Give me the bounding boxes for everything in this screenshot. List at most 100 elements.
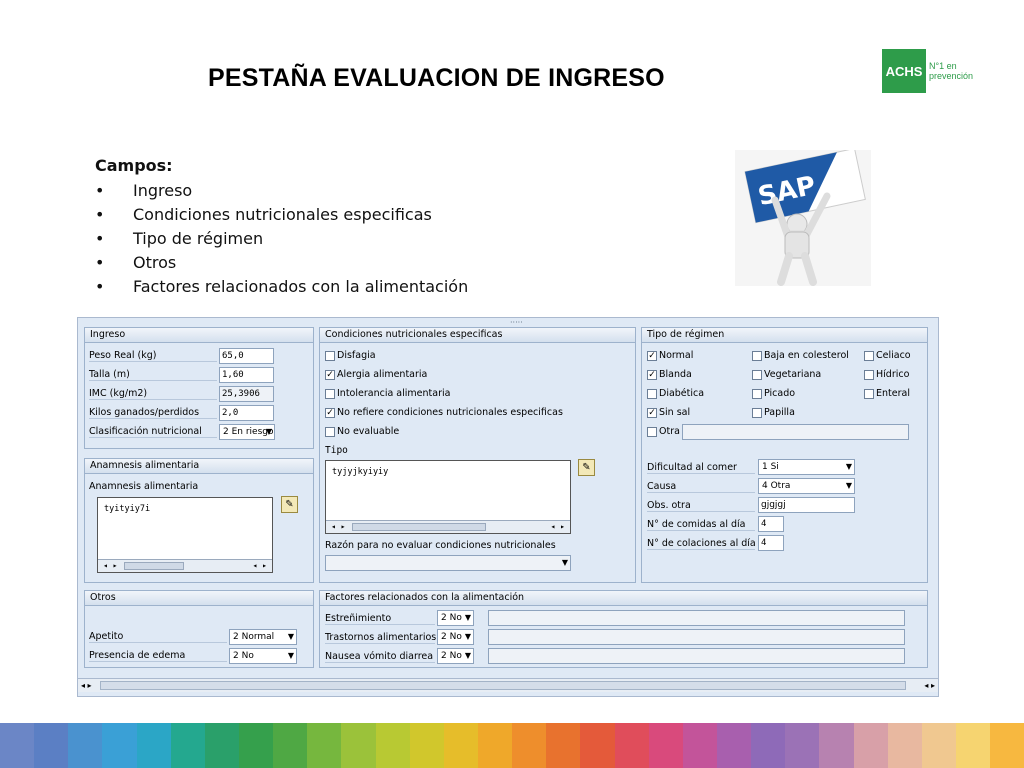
trastornos-dropdown[interactable]: 2 No ▼ bbox=[437, 629, 474, 645]
logo-tagline-line1: N°1 en bbox=[929, 61, 957, 71]
color-stripe bbox=[204, 723, 239, 768]
apetito-dropdown[interactable]: 2 Normal ▼ bbox=[229, 629, 297, 645]
nausea-dropdown[interactable]: 2 No ▼ bbox=[437, 648, 474, 664]
nausea-value: 2 No bbox=[441, 651, 462, 661]
otra-field[interactable] bbox=[682, 424, 909, 440]
checkbox-celiaco[interactable]: Celiaco bbox=[864, 350, 911, 361]
trastornos-detail[interactable] bbox=[488, 629, 905, 645]
horizontal-scrollbar[interactable]: ◂ ▸ ◂ ▸ bbox=[98, 559, 272, 572]
razon-dropdown[interactable]: ▼ bbox=[325, 555, 571, 571]
imc-label: IMC (kg/m2) bbox=[89, 388, 217, 400]
checkmark-icon: ✓ bbox=[647, 350, 657, 361]
colaciones-field[interactable]: 4 bbox=[758, 535, 784, 551]
group-condiciones: Condiciones nutricionales especificas Di… bbox=[319, 327, 636, 583]
estrenimiento-dropdown[interactable]: 2 No ▼ bbox=[437, 610, 474, 626]
talla-field[interactable]: 1,60 bbox=[219, 367, 274, 383]
color-stripe bbox=[34, 723, 69, 768]
group-ingreso: Ingreso Peso Real (kg) 65,0 Talla (m) 1,… bbox=[84, 327, 314, 449]
checkbox-no-refiere[interactable]: ✓ No refiere condiciones nutricionales es… bbox=[325, 407, 563, 418]
checkbox-label: Picado bbox=[764, 388, 796, 399]
tipo-textarea[interactable]: tyjyjkyiyiy ◂ ▸ ◂ ▸ bbox=[325, 460, 571, 534]
kilos-field[interactable]: 2,0 bbox=[219, 405, 274, 421]
checkbox-intolerancia[interactable]: Intolerancia alimentaria bbox=[325, 388, 450, 399]
list-item: Factores relacionados con la alimentació… bbox=[95, 275, 468, 299]
checkbox-baja-colesterol[interactable]: Baja en colesterol bbox=[752, 350, 849, 361]
edit-icon[interactable]: ✎ bbox=[281, 496, 298, 513]
chevron-down-icon: ▼ bbox=[464, 632, 471, 641]
checkbox-picado[interactable]: Picado bbox=[752, 388, 795, 399]
chevron-down-icon: ▼ bbox=[464, 613, 471, 622]
group-regimen: Tipo de régimen ✓ Normal ✓ Blanda Diabétic… bbox=[641, 327, 928, 583]
checkbox-disfagia[interactable]: Disfagia bbox=[325, 350, 376, 361]
clasif-dropdown[interactable]: 2 En riesgo ▼ bbox=[219, 424, 275, 440]
checkbox-sin-sal[interactable]: ✓ Sin sal bbox=[647, 407, 690, 418]
color-stripe bbox=[102, 723, 137, 768]
scroll-thumb[interactable] bbox=[352, 523, 486, 531]
chevron-down-icon: ▼ bbox=[287, 632, 294, 641]
scroll-right-icon[interactable]: ◂ ▸ bbox=[924, 679, 935, 692]
color-stripe bbox=[443, 723, 478, 768]
scroll-left-icon[interactable]: ◂ ▸ bbox=[103, 560, 117, 572]
checkmark-icon: ✓ bbox=[325, 407, 335, 418]
dificultad-dropdown[interactable]: 1 Si ▼ bbox=[758, 459, 855, 475]
checkbox-label: No evaluable bbox=[337, 426, 400, 437]
talla-label: Talla (m) bbox=[89, 369, 217, 381]
scroll-thumb[interactable] bbox=[100, 681, 906, 690]
kilos-label: Kilos ganados/perdidos bbox=[89, 407, 217, 419]
checkbox-label: Alergia alimentaria bbox=[337, 369, 428, 380]
sap-screen: ····· Ingreso Peso Real (kg) 65,0 Talla … bbox=[77, 317, 939, 697]
scroll-right-icon[interactable]: ◂ ▸ bbox=[253, 560, 267, 572]
color-stripe bbox=[887, 723, 922, 768]
checkbox-no-evaluable[interactable]: No evaluable bbox=[325, 426, 399, 437]
razon-label: Razón para no evaluar condiciones nutric… bbox=[325, 540, 556, 551]
sap-figure-illustration: SAP bbox=[735, 150, 871, 286]
clasif-label: Clasificación nutricional bbox=[89, 426, 217, 438]
checkbox-enteral[interactable]: Enteral bbox=[864, 388, 910, 399]
causa-dropdown[interactable]: 4 Otra ▼ bbox=[758, 478, 855, 494]
peso-field[interactable]: 65,0 bbox=[219, 348, 274, 364]
checkbox-papilla[interactable]: Papilla bbox=[752, 407, 795, 418]
list-item: Tipo de régimen bbox=[95, 227, 468, 251]
checkbox-box bbox=[325, 426, 335, 437]
chevron-down-icon: ▼ bbox=[464, 651, 471, 660]
edit-icon[interactable]: ✎ bbox=[578, 459, 595, 476]
group-factores: Factores relacionados con la alimentació… bbox=[319, 590, 928, 668]
color-stripe bbox=[512, 723, 547, 768]
estrenimiento-detail[interactable] bbox=[488, 610, 905, 626]
nausea-label: Nausea vómito diarrea bbox=[325, 651, 435, 663]
color-stripe bbox=[921, 723, 956, 768]
checkmark-icon: ✓ bbox=[647, 369, 657, 380]
checkbox-diabetica[interactable]: Diabética bbox=[647, 388, 704, 399]
edema-dropdown[interactable]: 2 No ▼ bbox=[229, 648, 297, 664]
obs-label: Obs. otra bbox=[647, 500, 755, 512]
color-stripe bbox=[580, 723, 615, 768]
decorative-color-stripes bbox=[0, 723, 1024, 768]
comidas-field[interactable]: 4 bbox=[758, 516, 784, 532]
horizontal-scrollbar[interactable]: ◂ ▸ ◂ ▸ bbox=[326, 520, 570, 533]
checkbox-vegetariana[interactable]: Vegetariana bbox=[752, 369, 821, 380]
checkbox-box bbox=[864, 388, 874, 399]
obs-field[interactable]: gjgjgj bbox=[758, 497, 855, 513]
list-item: Otros bbox=[95, 251, 468, 275]
checkbox-blanda[interactable]: ✓ Blanda bbox=[647, 369, 692, 380]
nausea-detail[interactable] bbox=[488, 648, 905, 664]
color-stripe bbox=[716, 723, 752, 768]
checkbox-otra[interactable]: Otra bbox=[647, 426, 680, 437]
checkmark-icon: ✓ bbox=[647, 407, 657, 418]
splitter-grip[interactable]: ····· bbox=[510, 318, 523, 327]
color-stripe bbox=[853, 723, 888, 768]
scroll-left-icon[interactable]: ◂ ▸ bbox=[331, 521, 345, 533]
checkbox-box bbox=[647, 388, 657, 399]
estrenimiento-label: Estreñimiento bbox=[325, 613, 435, 625]
group-header: Ingreso bbox=[85, 328, 313, 343]
scroll-left-icon[interactable]: ◂ ▸ bbox=[81, 679, 92, 692]
checkbox-normal[interactable]: ✓ Normal bbox=[647, 350, 693, 361]
checkbox-alergia[interactable]: ✓ Alergia alimentaria bbox=[325, 369, 427, 380]
window-horizontal-scrollbar[interactable]: ◂ ▸ ◂ ▸ bbox=[78, 678, 938, 692]
anamnesis-textarea[interactable]: tyityiy7i ◂ ▸ ◂ ▸ bbox=[97, 497, 273, 573]
scroll-right-icon[interactable]: ◂ ▸ bbox=[551, 521, 565, 533]
checkbox-box bbox=[752, 407, 762, 418]
checkbox-hidrico[interactable]: Hídrico bbox=[864, 369, 909, 380]
color-stripe bbox=[819, 723, 854, 768]
scroll-thumb[interactable] bbox=[124, 562, 184, 570]
